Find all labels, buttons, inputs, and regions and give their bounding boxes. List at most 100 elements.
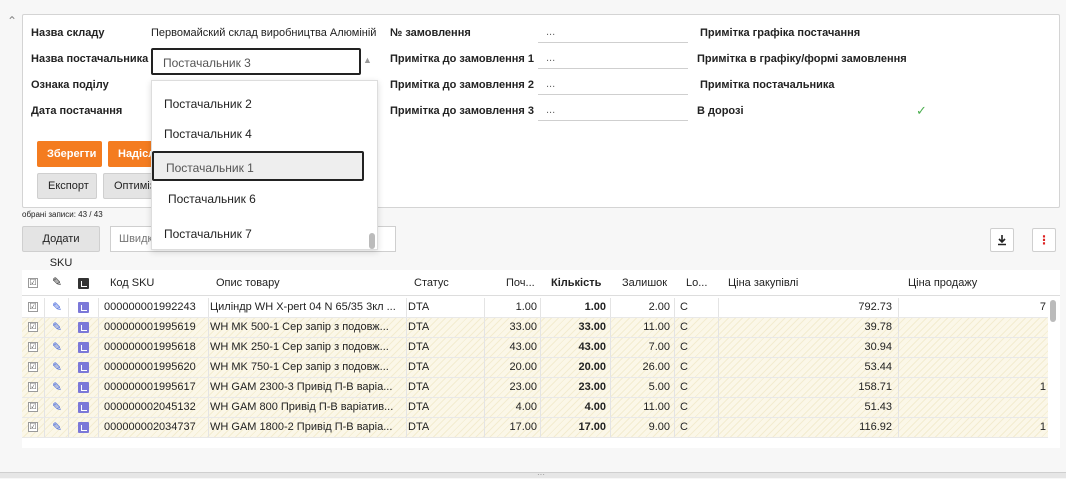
save-button[interactable]: Зберегти	[37, 141, 102, 167]
order-note2-input[interactable]: ...	[538, 73, 688, 95]
table-row[interactable]: ☑ ✎ 000000001995618 WH MK 250-1 Сер запір з…	[22, 338, 1048, 358]
order-number-input[interactable]: ...	[538, 21, 688, 43]
edit-pencil-icon[interactable]: ✎	[52, 400, 62, 414]
table-scrollbar[interactable]	[1050, 300, 1056, 322]
cell-sale: 7	[1039, 301, 1046, 313]
cell-purchase: 30.94	[864, 341, 892, 353]
more-vertical-icon[interactable]: ⋮	[1032, 228, 1056, 252]
col-status[interactable]: Статус	[414, 277, 449, 289]
column-divider	[406, 398, 407, 417]
export-button[interactable]: Експорт	[37, 173, 97, 199]
order-note1-label: Примітка до замовлення 1	[390, 53, 535, 65]
supplier-select[interactable]: Постачальник 3	[151, 48, 361, 75]
column-divider	[718, 378, 719, 397]
pencil-icon: ✎	[52, 275, 63, 289]
column-divider	[540, 378, 541, 397]
supplier-dropdown-list: Постачальник 2 Постачальник 4 Постачальн…	[151, 80, 378, 250]
column-divider	[44, 418, 45, 437]
column-divider	[484, 338, 485, 357]
col-sku[interactable]: Код SKU	[110, 277, 154, 289]
bar-chart-icon[interactable]	[78, 362, 89, 373]
supplier-label: Назва постачальника	[31, 53, 149, 65]
col-description[interactable]: Опис товару	[216, 277, 280, 289]
cell-sku: 000000001995618	[104, 341, 196, 353]
cell-start: 17.00	[509, 421, 537, 433]
checkbox-icon[interactable]: ☑	[28, 278, 38, 288]
edit-pencil-icon[interactable]: ✎	[52, 420, 62, 434]
bar-chart-icon[interactable]	[78, 342, 89, 353]
column-divider	[68, 338, 69, 357]
table-row[interactable]: ☑ ✎ 000000001995620 WH MK 750-1 Сер запір з…	[22, 358, 1048, 378]
add-sku-button[interactable]: Додати SKU	[22, 226, 100, 269]
column-divider	[610, 418, 611, 437]
order-note3-input[interactable]: ...	[538, 99, 688, 121]
row-checkbox-icon[interactable]: ☑	[28, 342, 38, 352]
bar-chart-icon[interactable]	[78, 422, 89, 433]
bar-chart-icon[interactable]	[78, 322, 89, 333]
row-checkbox-icon[interactable]: ☑	[28, 322, 38, 332]
column-divider	[406, 378, 407, 397]
col-sale-price[interactable]: Ціна продажу	[908, 277, 977, 289]
column-divider	[208, 298, 209, 317]
col-purchase-price[interactable]: Ціна закупівлі	[728, 277, 798, 289]
cell-qty: 23.00	[578, 381, 606, 393]
column-divider	[540, 298, 541, 317]
column-divider	[98, 318, 99, 337]
bar-chart-icon[interactable]	[78, 302, 89, 313]
cell-status: DTA	[408, 361, 430, 373]
row-checkbox-icon[interactable]: ☑	[28, 362, 38, 372]
table-row[interactable]: ☑ ✎ 000000001995617 WH GAM 2300-3 Привід П-…	[22, 378, 1048, 398]
dropdown-option[interactable]: Постачальник 2	[152, 89, 364, 119]
dropdown-option[interactable]: Постачальник 6	[156, 184, 368, 214]
column-divider	[610, 298, 611, 317]
cell-rest: 2.00	[648, 301, 670, 313]
table-row[interactable]: ☑ ✎ 000000001992243 Циліндр WH X-pert 04 N …	[22, 298, 1048, 318]
row-checkbox-icon[interactable]: ☑	[28, 302, 38, 312]
chevron-up-icon[interactable]: ▲	[363, 55, 372, 65]
dropdown-scrollbar[interactable]	[369, 233, 375, 249]
column-divider	[406, 318, 407, 337]
column-divider	[44, 358, 45, 377]
download-icon[interactable]	[990, 228, 1014, 252]
table-row[interactable]: ☑ ✎ 000000001995619 WH MK 500-1 Сер запір з…	[22, 318, 1048, 338]
col-start[interactable]: Поч...	[506, 277, 535, 289]
dropdown-option[interactable]: Постачальник 4	[152, 119, 364, 149]
bar-chart-icon[interactable]	[78, 402, 89, 413]
cell-qty: 20.00	[578, 361, 606, 373]
cell-lo: C	[680, 341, 688, 353]
dropdown-option-highlighted[interactable]: Постачальник 1	[152, 151, 364, 181]
column-divider	[540, 418, 541, 437]
order-note1-input[interactable]: ...	[538, 47, 688, 69]
cell-lo: C	[680, 381, 688, 393]
cell-start: 43.00	[509, 341, 537, 353]
resize-bar[interactable]	[0, 472, 1066, 478]
column-divider	[406, 298, 407, 317]
column-divider	[610, 358, 611, 377]
row-checkbox-icon[interactable]: ☑	[28, 422, 38, 432]
column-divider	[44, 318, 45, 337]
col-quantity[interactable]: Кількість	[551, 277, 601, 289]
edit-pencil-icon[interactable]: ✎	[52, 300, 62, 314]
cell-rest: 11.00	[643, 401, 670, 413]
column-divider	[406, 418, 407, 437]
in-transit-check-icon[interactable]: ✓	[916, 103, 927, 119]
bar-chart-icon[interactable]	[78, 382, 89, 393]
cell-purchase: 39.78	[864, 321, 892, 333]
row-checkbox-icon[interactable]: ☑	[28, 382, 38, 392]
edit-pencil-icon[interactable]: ✎	[52, 320, 62, 334]
collapse-header-icon[interactable]: ⌃	[4, 14, 20, 28]
row-checkbox-icon[interactable]: ☑	[28, 402, 38, 412]
column-divider	[98, 298, 99, 317]
table-row[interactable]: ☑ ✎ 000000002034737 WH GAM 1800-2 Привід П-…	[22, 418, 1048, 438]
edit-pencil-icon[interactable]: ✎	[52, 340, 62, 354]
col-lo[interactable]: Lo...	[686, 277, 707, 289]
column-divider	[718, 298, 719, 317]
edit-pencil-icon[interactable]: ✎	[52, 380, 62, 394]
column-divider	[208, 318, 209, 337]
table-row[interactable]: ☑ ✎ 000000002045132 WH GAM 800 Привід П-В в…	[22, 398, 1048, 418]
column-divider	[68, 318, 69, 337]
col-rest[interactable]: Залишок	[622, 277, 667, 289]
edit-pencil-icon[interactable]: ✎	[52, 360, 62, 374]
dropdown-option[interactable]: Постачальник 7	[152, 219, 364, 249]
drag-handle-icon[interactable]: ···	[537, 471, 545, 479]
